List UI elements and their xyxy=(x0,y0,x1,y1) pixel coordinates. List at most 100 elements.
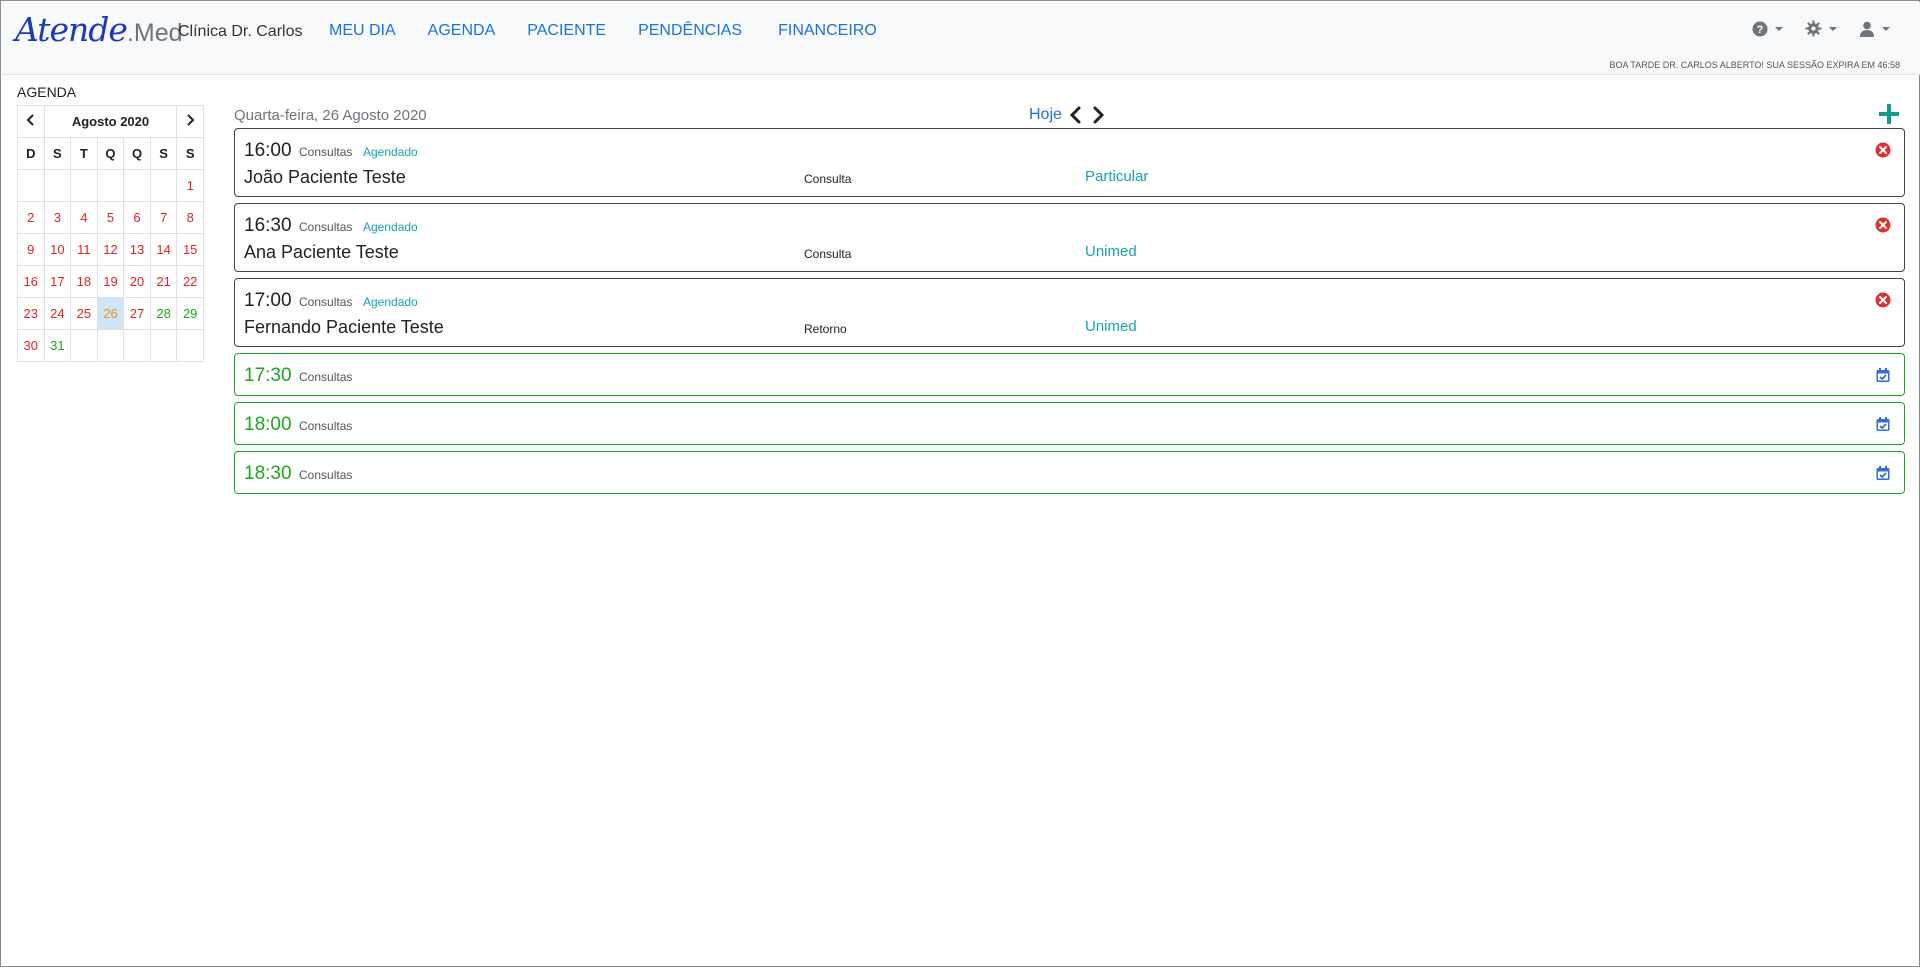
next-day-icon[interactable] xyxy=(1090,105,1106,125)
calendar-day[interactable]: 30 xyxy=(17,329,45,362)
calendar-check-icon[interactable] xyxy=(1875,465,1891,481)
chevron-down-icon xyxy=(1882,26,1890,31)
calendar-day[interactable]: 5 xyxy=(96,201,125,234)
settings-dropdown[interactable] xyxy=(1805,20,1837,37)
calendar-day[interactable]: 16 xyxy=(17,265,45,298)
calendar-next-button[interactable] xyxy=(176,105,204,138)
calendar-day[interactable]: 15 xyxy=(176,233,204,266)
calendar-day[interactable]: 23 xyxy=(17,297,45,330)
calendar-week: 9 10 11 12 13 14 15 xyxy=(17,233,204,266)
chevron-down-icon xyxy=(1775,26,1783,31)
calendar-day[interactable]: 18 xyxy=(70,265,98,298)
logo-suffix: .Med xyxy=(126,19,183,47)
calendar-weekdays: DSTQQSS xyxy=(17,137,204,170)
health-plan: Particular xyxy=(1085,168,1149,185)
appointment-slot[interactable]: 16:00 Consultas Agendado João Paciente Test… xyxy=(234,128,1905,197)
calendar-weekday: T xyxy=(70,137,98,170)
calendar-empty-cell xyxy=(149,169,178,202)
free-slot[interactable]: 18:30 Consultas xyxy=(234,451,1905,494)
calendar-prev-button[interactable] xyxy=(17,105,45,138)
calendar-day[interactable]: 7 xyxy=(149,201,178,234)
calendar-week: 16 17 18 19 20 21 22 xyxy=(17,265,204,298)
calendar-day[interactable]: 27 xyxy=(123,297,151,330)
calendar-empty-cell xyxy=(96,169,125,202)
chevron-left-icon xyxy=(26,114,34,126)
health-plan: Unimed xyxy=(1085,243,1137,260)
help-dropdown[interactable]: ? xyxy=(1752,21,1783,37)
calendar-day[interactable]: 1 xyxy=(176,169,204,202)
appointment-slot[interactable]: 16:30 Consultas Agendado Ana Paciente Teste… xyxy=(234,203,1905,272)
calendar-day[interactable]: 29 xyxy=(176,297,204,330)
calendar-month-label[interactable]: Agosto 2020 xyxy=(43,105,178,138)
calendar-day[interactable]: 11 xyxy=(70,233,98,266)
slot-type: Consultas xyxy=(299,370,353,384)
procedure-type: Retorno xyxy=(804,322,847,336)
calendar-day[interactable]: 21 xyxy=(149,265,178,298)
nav-right-icons: ? xyxy=(1752,20,1890,37)
slot-time: 18:00 xyxy=(244,414,292,435)
main-nav: MEU DIA AGENDA PACIENTE PENDÊNCIAS FINAN… xyxy=(329,22,909,40)
calendar-day[interactable]: 31 xyxy=(43,329,72,362)
logo-script: Atende xyxy=(15,10,128,49)
calendar-day[interactable]: 2 xyxy=(17,201,45,234)
calendar-empty-cell xyxy=(123,329,151,362)
calendar-check-icon[interactable] xyxy=(1875,416,1891,432)
calendar-day[interactable]: 20 xyxy=(123,265,151,298)
calendar-week: 23 24 25 26 27 28 29 xyxy=(17,297,204,330)
sidebar-title: AGENDA xyxy=(17,84,77,100)
nav-meu-dia[interactable]: MEU DIA xyxy=(329,22,396,40)
calendar-day[interactable]: 28 xyxy=(149,297,178,330)
chevron-right-icon xyxy=(187,114,195,126)
calendar-day[interactable]: 12 xyxy=(96,233,125,266)
calendar-day[interactable]: 4 xyxy=(70,201,98,234)
slot-type: Consultas xyxy=(299,419,353,433)
calendar-day[interactable]: 22 xyxy=(176,265,204,298)
add-appointment-icon[interactable] xyxy=(1878,103,1900,125)
logo[interactable]: Atende.Med xyxy=(15,10,183,50)
calendar-check-icon[interactable] xyxy=(1875,367,1891,383)
appointment-slot[interactable]: 17:00 Consultas Agendado Fernando Paciente … xyxy=(234,278,1905,347)
cancel-appointment-icon[interactable] xyxy=(1875,292,1891,308)
nav-pendencias[interactable]: PENDÊNCIAS xyxy=(638,22,742,40)
calendar-day[interactable]: 14 xyxy=(149,233,178,266)
patient-name[interactable]: Ana Paciente Teste xyxy=(244,242,399,263)
cancel-appointment-icon[interactable] xyxy=(1875,217,1891,233)
slot-time: 18:30 xyxy=(244,463,292,484)
user-dropdown[interactable] xyxy=(1859,21,1890,37)
calendar-day[interactable]: 24 xyxy=(43,297,72,330)
calendar-day[interactable]: 17 xyxy=(43,265,72,298)
calendar-day[interactable]: 9 xyxy=(17,233,45,266)
free-slot[interactable]: 18:00 Consultas xyxy=(234,402,1905,445)
calendar-empty-cell xyxy=(43,169,72,202)
current-date-label: Quarta-feira, 26 Agosto 2020 xyxy=(234,107,427,124)
cancel-appointment-icon[interactable] xyxy=(1875,142,1891,158)
help-icon: ? xyxy=(1752,21,1768,36)
calendar-day[interactable]: 10 xyxy=(43,233,72,266)
health-plan: Unimed xyxy=(1085,318,1137,335)
patient-name[interactable]: João Paciente Teste xyxy=(244,167,406,188)
calendar-weekday: S xyxy=(176,137,204,170)
nav-agenda[interactable]: AGENDA xyxy=(428,22,496,40)
calendar-day[interactable]: 19 xyxy=(96,265,125,298)
calendar-week: 2345678 xyxy=(17,201,204,234)
previous-day-icon[interactable] xyxy=(1068,105,1084,125)
calendar-day[interactable]: 6 xyxy=(123,201,151,234)
free-slot[interactable]: 17:30 Consultas xyxy=(234,353,1905,396)
calendar-empty-cell xyxy=(96,329,125,362)
slot-time: 16:30 xyxy=(244,215,292,236)
calendar-day[interactable]: 26 xyxy=(96,297,125,330)
slot-status: Agendado xyxy=(363,295,418,309)
today-button[interactable]: Hoje xyxy=(1029,106,1062,124)
slot-status: Agendado xyxy=(363,145,418,159)
calendar-week: 30 31 xyxy=(17,329,204,362)
nav-paciente[interactable]: PACIENTE xyxy=(527,22,606,40)
calendar-day[interactable]: 8 xyxy=(176,201,204,234)
patient-name[interactable]: Fernando Paciente Teste xyxy=(244,317,444,338)
calendar-day[interactable]: 3 xyxy=(43,201,72,234)
calendar-day[interactable]: 13 xyxy=(123,233,151,266)
chevron-down-icon xyxy=(1829,26,1837,31)
nav-financeiro[interactable]: FINANCEIRO xyxy=(778,22,877,40)
calendar-day[interactable]: 25 xyxy=(70,297,98,330)
svg-text:?: ? xyxy=(1757,24,1764,36)
calendar-weekday: Q xyxy=(123,137,151,170)
